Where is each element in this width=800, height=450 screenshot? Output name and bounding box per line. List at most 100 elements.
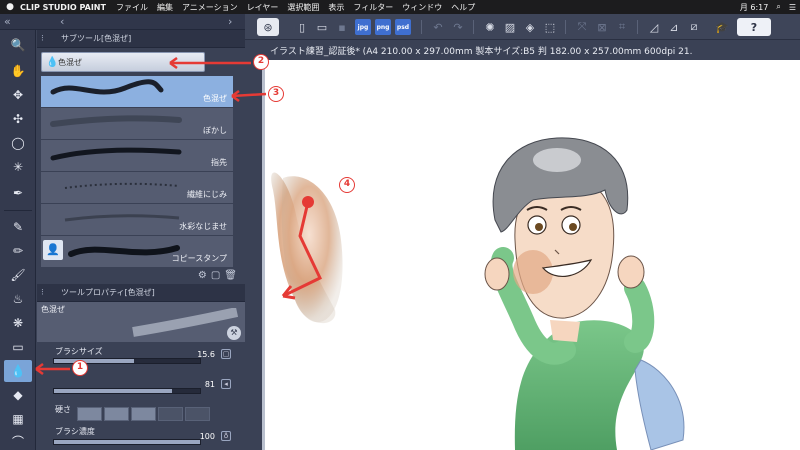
menu-animation[interactable]: アニメーション bbox=[182, 2, 238, 13]
deselect-icon[interactable]: ⤧ bbox=[573, 18, 591, 36]
new-file-icon[interactable]: ▯ bbox=[293, 18, 311, 36]
boy-right-pupil bbox=[569, 223, 577, 231]
menu-selection[interactable]: 選択範囲 bbox=[287, 2, 319, 13]
redo-icon[interactable]: ↷ bbox=[449, 18, 467, 36]
export-png-icon[interactable]: png bbox=[375, 19, 391, 35]
hardness-step[interactable] bbox=[77, 407, 102, 421]
toolbar-divider bbox=[637, 20, 638, 34]
brush-size-options-button[interactable]: ▢ bbox=[221, 349, 231, 359]
collapse-left-icon[interactable]: « bbox=[4, 15, 11, 28]
special-ruler-snap-icon[interactable]: ⊿ bbox=[665, 18, 683, 36]
menu-help[interactable]: ヘルプ bbox=[451, 2, 475, 13]
subtool-group-tab[interactable]: 💧 色混ぜ bbox=[41, 52, 205, 72]
figure-tool-icon[interactable]: ⌒ bbox=[4, 430, 32, 450]
hardness-step[interactable] bbox=[131, 407, 156, 421]
pin-icon[interactable]: ⁝ bbox=[41, 34, 44, 44]
brush-item-watercolor[interactable]: 水彩なじませ bbox=[41, 204, 233, 236]
help-button[interactable]: ? bbox=[737, 18, 771, 36]
brush-item-blur[interactable]: ぼかし bbox=[41, 108, 233, 140]
clip-studio-icon[interactable]: ⊛ bbox=[257, 18, 279, 36]
canvas[interactable] bbox=[262, 60, 800, 450]
wrench-icon[interactable]: ⚒ bbox=[227, 326, 241, 340]
expand-icon[interactable]: › bbox=[228, 15, 232, 28]
eyedropper-icon[interactable]: ✒ bbox=[4, 182, 32, 204]
undo-icon[interactable]: ↶ bbox=[429, 18, 447, 36]
trash-icon[interactable]: 🗑 bbox=[224, 270, 237, 281]
lasso-tool-icon[interactable]: ◯ bbox=[4, 132, 32, 154]
hair-highlight bbox=[533, 148, 581, 172]
pen-tool-icon[interactable]: ✎ bbox=[4, 216, 32, 238]
decoration-tool-icon[interactable]: ❋ bbox=[4, 312, 32, 334]
pencil-tool-icon[interactable]: ✏ bbox=[4, 240, 32, 262]
collapse-subtool-icon[interactable]: ‹ bbox=[60, 15, 64, 28]
invert-selection-icon[interactable]: ⊠ bbox=[593, 18, 611, 36]
zoom-tool-icon[interactable]: 🔍 bbox=[4, 34, 32, 56]
new-subtool-icon[interactable]: ▢ bbox=[211, 270, 220, 281]
apple-icon[interactable]: ● bbox=[0, 2, 20, 12]
fill-selection-icon[interactable]: ◈ bbox=[521, 18, 539, 36]
brush-size-label: ブラシサイズ bbox=[55, 347, 103, 356]
document-title: イラスト練習_認証後* (A4 210.00 x 297.00mm 製本サイズ:… bbox=[262, 40, 800, 60]
hardness-step[interactable] bbox=[185, 407, 210, 421]
brush-stroke-preview bbox=[50, 79, 164, 95]
brush-label: 水彩なじませ bbox=[179, 222, 227, 231]
blend-amount-fill bbox=[54, 389, 173, 393]
menu-layer[interactable]: レイヤー bbox=[247, 2, 279, 13]
blend-amount-row: 81 ◂ bbox=[37, 374, 245, 404]
menu-bar: ● CLIP STUDIO PAINT ファイル 編集 アニメーション レイヤー… bbox=[0, 0, 800, 14]
search-icon[interactable]: ⌕ bbox=[776, 2, 780, 12]
menu-view[interactable]: 表示 bbox=[328, 2, 344, 13]
learn-icon[interactable]: 🎓 bbox=[713, 18, 731, 36]
save-icon[interactable]: ▪ bbox=[333, 18, 351, 36]
menu-list-icon[interactable]: ☰ bbox=[789, 3, 796, 12]
density-label: ブラシ濃度 bbox=[55, 427, 95, 436]
menu-window[interactable]: ウィンドウ bbox=[402, 2, 442, 13]
brush-item-copy-stamp[interactable]: 👤 コピースタンプ bbox=[41, 236, 233, 268]
hardness-step[interactable] bbox=[104, 407, 129, 421]
brush-tool-icon[interactable]: 🖌 bbox=[4, 264, 32, 286]
blend-amount-stepper[interactable]: ◂ bbox=[221, 379, 231, 389]
layer-move-icon[interactable]: ✣ bbox=[4, 108, 32, 130]
density-slider[interactable] bbox=[53, 439, 201, 445]
brush-stroke-preview bbox=[64, 214, 180, 222]
brush-stroke-preview bbox=[64, 182, 180, 189]
crop-icon[interactable]: ⌗ bbox=[613, 18, 631, 36]
menu-file[interactable]: ファイル bbox=[116, 2, 148, 13]
grid-snap-icon[interactable]: ⧄ bbox=[685, 18, 703, 36]
pin-icon[interactable]: ⁝ bbox=[41, 288, 44, 298]
selection-border-icon[interactable]: ⬚ bbox=[541, 18, 559, 36]
magic-wand-icon[interactable]: ✳ bbox=[4, 156, 32, 178]
blend-tool-icon[interactable]: 💧 bbox=[4, 360, 32, 382]
density-pressure-button[interactable]: ♁ bbox=[221, 431, 231, 441]
brush-item-blend[interactable]: 色混ぜ bbox=[41, 76, 233, 108]
brush-stroke-preview bbox=[50, 147, 182, 161]
hand-tool-icon[interactable]: ✋ bbox=[4, 60, 32, 82]
density-row: ブラシ濃度 100 ♁ bbox=[37, 424, 245, 450]
export-jpg-icon[interactable]: jpg bbox=[355, 19, 371, 35]
ruler-snap-icon[interactable]: ◿ bbox=[645, 18, 663, 36]
boy-right-fist bbox=[617, 255, 645, 289]
gradient-tool-icon[interactable]: ▦ bbox=[4, 408, 32, 430]
command-bar: ⊛ ▯ ▭ ▪ jpg png psd ↶ ↷ ✺ ▨ ◈ ⬚ ⤧ ⊠ ⌗ ◿ … bbox=[245, 14, 800, 40]
hardness-selector[interactable] bbox=[77, 407, 210, 421]
blend-amount-slider[interactable] bbox=[53, 388, 201, 394]
hardness-step[interactable] bbox=[158, 407, 183, 421]
transform-icon[interactable]: ▨ bbox=[501, 18, 519, 36]
app-name[interactable]: CLIP STUDIO PAINT bbox=[20, 3, 106, 12]
eraser-tool-icon[interactable]: ▭ bbox=[4, 336, 32, 358]
brush-size-value: 15.6 bbox=[197, 350, 215, 359]
operation-tool-icon[interactable]: ✥ bbox=[4, 84, 32, 106]
open-folder-icon[interactable]: ▭ bbox=[313, 18, 331, 36]
subtool-settings-icon[interactable]: ⚙ bbox=[198, 270, 207, 281]
airbrush-tool-icon[interactable]: ♨ bbox=[4, 288, 32, 310]
brush-list-scrollbar[interactable] bbox=[235, 76, 243, 268]
menu-filter[interactable]: フィルター bbox=[353, 2, 393, 13]
fill-tool-icon[interactable]: ◆ bbox=[4, 384, 32, 406]
menu-edit[interactable]: 編集 bbox=[157, 2, 173, 13]
brush-label: 繊維にじみ bbox=[187, 190, 227, 199]
brush-item-finger[interactable]: 指先 bbox=[41, 140, 233, 172]
subtool-title: サブツール[色混ぜ] bbox=[61, 34, 132, 43]
clear-icon[interactable]: ✺ bbox=[481, 18, 499, 36]
brush-item-fiber[interactable]: 繊維にじみ bbox=[41, 172, 233, 204]
export-psd-icon[interactable]: psd bbox=[395, 19, 411, 35]
